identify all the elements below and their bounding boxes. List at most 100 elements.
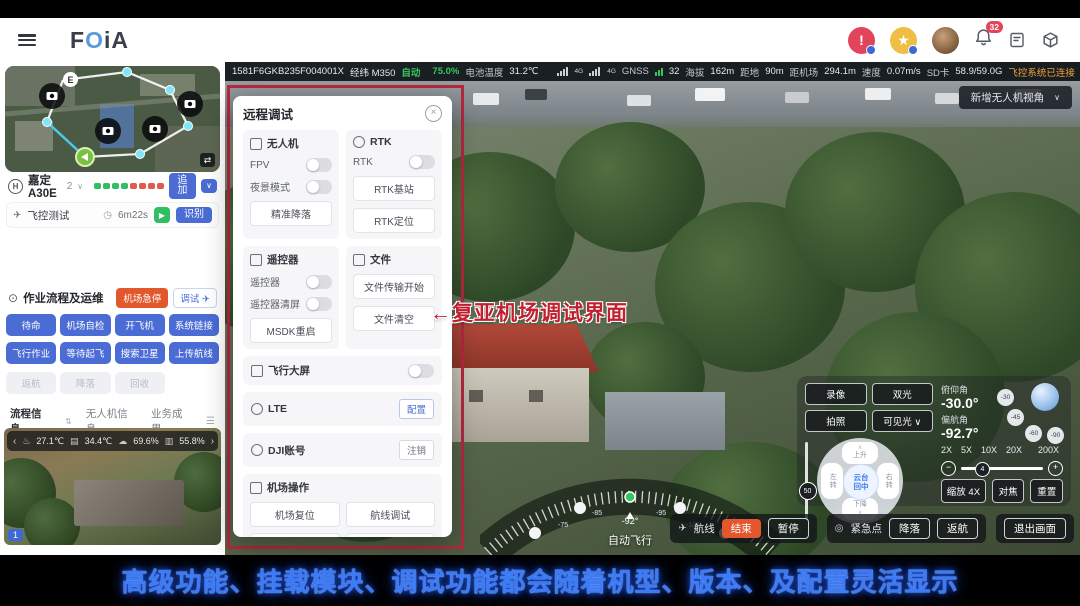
workflow-step[interactable]: 上传航线 — [169, 342, 219, 364]
zoom-minus-button[interactable]: − — [941, 461, 956, 476]
remote-controller-icon — [250, 254, 262, 266]
rc-toggle[interactable] — [306, 275, 332, 289]
lte-config-button[interactable]: 配置 — [399, 399, 434, 419]
zoom-plus-button[interactable]: + — [1048, 461, 1063, 476]
workflow-step[interactable]: 待命 — [6, 314, 56, 336]
dual-light-button[interactable]: 双光 — [872, 383, 934, 405]
list-icon[interactable]: ☰ — [206, 416, 215, 427]
pitch-preset-button[interactable]: -90 — [1047, 427, 1064, 444]
notifications-button[interactable]: 32 — [974, 28, 993, 52]
next-arrow-icon[interactable]: › — [211, 436, 214, 447]
gimbal-recenter-button[interactable]: 云台回中 — [843, 464, 879, 500]
route-icon: ✈ — [13, 210, 21, 221]
map-expand-icon[interactable]: ⇄ — [200, 153, 215, 167]
gimbal-slider-knob[interactable]: 50 — [799, 482, 817, 500]
calibrate-home-button[interactable]: 标定Home点 — [250, 533, 340, 537]
workflow-step[interactable]: 等待起飞 — [60, 342, 110, 364]
zoom-level-option[interactable]: 5X — [961, 445, 972, 455]
close-icon[interactable]: × — [425, 105, 442, 122]
workflow-step[interactable]: 飞行作业 — [6, 342, 56, 364]
mission-control-bar: ✈ 航线 结束 暂停 ◎ 紧急点 降落 返航 退出画面 — [670, 514, 1074, 543]
document-icon[interactable] — [1008, 31, 1026, 49]
pitch-preset-button[interactable]: -45 — [1007, 409, 1024, 426]
dock-reset-button[interactable]: 机场复位 — [250, 502, 340, 527]
zoom-slider-knob[interactable]: 4 — [975, 462, 990, 477]
end-mission-button[interactable]: 结束 — [722, 519, 761, 538]
user-avatar[interactable] — [932, 27, 959, 54]
big-screen-toggle[interactable] — [408, 364, 434, 378]
zoom-level-option[interactable]: 20X — [1006, 445, 1022, 455]
land-button[interactable]: 降落 — [889, 518, 930, 539]
workflow-step[interactable]: 机场自检 — [60, 314, 110, 336]
record-button[interactable]: 录像 — [805, 383, 867, 405]
gnss-value: 32 — [669, 66, 680, 77]
workflow-step[interactable]: 开飞机 — [115, 314, 165, 336]
pitch-preset-button[interactable]: -60 — [1025, 425, 1042, 442]
reset-button[interactable]: 重置 — [1030, 479, 1063, 503]
workflow-section: ⊙ 作业流程及运维 机场急停 调试 ✈ 待命 机场自检 开飞机 系统链接 飞行作… — [0, 286, 225, 436]
screen: FOiA ! ★ 32 — [0, 0, 1080, 606]
zoom-level-option[interactable]: 200X — [1038, 445, 1059, 455]
zoom-level-option[interactable]: 2X — [941, 445, 952, 455]
env-humidity1: 69.6% — [133, 436, 159, 446]
workflow-step[interactable]: 系统链接 — [169, 314, 219, 336]
workflow-title: 作业流程及运维 — [23, 290, 104, 306]
precision-landing-button[interactable]: 精准降落 — [250, 201, 332, 226]
add-drone-view-dropdown[interactable]: 新增无人机视角 ∨ — [959, 86, 1072, 109]
file-clear-button[interactable]: 文件清空 — [353, 306, 435, 331]
msdk-restart-button[interactable]: MSDK重启 — [250, 318, 332, 343]
logo-letter: i — [104, 27, 111, 54]
zoom-level-option[interactable]: 10X — [981, 445, 997, 455]
logout-button[interactable]: 注销 — [399, 440, 434, 460]
route-label: 航线 — [694, 521, 715, 536]
zoom-slider[interactable]: 4 — [961, 467, 1043, 470]
route-icon: ✈ — [678, 523, 686, 534]
gimbal-left-button[interactable]: 左转 — [821, 463, 843, 499]
file-transfer-button[interactable]: 文件传输开始 — [353, 274, 435, 299]
rc-clear-toggle[interactable] — [306, 297, 332, 311]
play-button[interactable]: ▶ — [154, 207, 170, 223]
return-home-button[interactable]: 返航 — [937, 518, 978, 539]
pause-button[interactable]: 暂停 — [768, 518, 809, 539]
zoom-mode-button[interactable]: 缩放 4X — [941, 479, 986, 503]
sort-icon[interactable]: ⇅ — [65, 417, 72, 426]
photo-button[interactable]: 拍照 — [805, 410, 867, 432]
debug-button[interactable]: 调试 ✈ — [173, 288, 217, 308]
device-count[interactable]: 2 — [67, 181, 73, 192]
fpv-toggle[interactable] — [306, 158, 332, 172]
rtk-base-button[interactable]: RTK基站 — [353, 176, 435, 201]
night-mode-toggle[interactable] — [306, 180, 332, 194]
app-logo: FOiA — [70, 27, 129, 54]
prev-arrow-icon[interactable]: ‹ — [13, 436, 16, 447]
task-row[interactable]: ✈ 飞控测试 ◷ 6m22s ▶ 识别 — [6, 202, 219, 228]
agl-label: 距地 — [740, 65, 759, 79]
star-avatar-icon[interactable]: ★ — [890, 27, 917, 54]
exit-view-button[interactable]: 退出画面 — [1004, 518, 1066, 539]
rtk-toggle[interactable] — [409, 155, 435, 169]
cube-icon[interactable] — [1041, 31, 1060, 50]
sd-value: 58.9/59.0G — [955, 66, 1002, 77]
pitch-preset-button[interactable]: -30 — [997, 389, 1014, 406]
menu-icon[interactable] — [18, 34, 36, 46]
alert-avatar-icon[interactable]: ! — [848, 27, 875, 54]
recognize-button[interactable]: 识别 — [176, 207, 212, 223]
focus-button[interactable]: 对焦 — [992, 479, 1025, 503]
workflow-step-disabled: 返航 — [6, 372, 56, 394]
dock-prepare-button[interactable]: 机场准备 — [346, 533, 436, 537]
append-button[interactable]: 追加 — [169, 173, 196, 199]
chevron-down-icon[interactable]: ∨ — [77, 182, 83, 191]
gimbal-up-button[interactable]: ∧ 上升 — [842, 442, 878, 464]
visible-light-dropdown[interactable]: 可见光 ∨ — [872, 410, 934, 432]
gimbal-right-button[interactable]: 右转 — [877, 463, 899, 499]
workflow-step[interactable]: 搜索卫星 — [115, 342, 165, 364]
rtk-position-button[interactable]: RTK定位 — [353, 208, 435, 233]
camera-page-badge[interactable]: 1 — [8, 529, 23, 541]
dock-camera-thumbnail[interactable]: ‹ ♨ 27.1℃ ▤ 34.4℃ ☁ 69.6% ▥ 55.8% › 1 — [4, 428, 221, 545]
device-dropdown-button[interactable]: ∨ — [201, 179, 217, 193]
gimbal-pitch-slider[interactable]: 50 — [805, 442, 808, 520]
mission-map[interactable]: E ⇄ — [5, 66, 220, 172]
route-debug-button[interactable]: 航线调试 — [346, 502, 436, 527]
dock-estop-button[interactable]: 机场急停 — [116, 288, 168, 308]
gimbal-ball-icon[interactable] — [1031, 383, 1059, 411]
humidity-icon: ☁ — [118, 436, 127, 447]
